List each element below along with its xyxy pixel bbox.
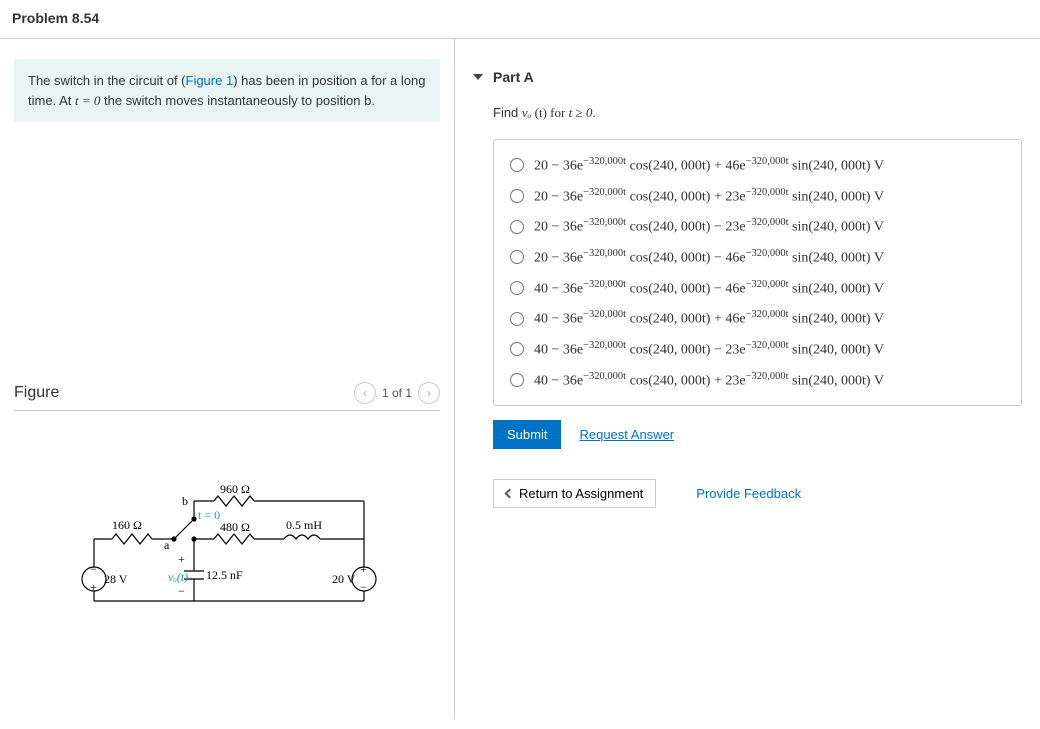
option-expr: 40 − 36e−320,000t cos(240, 000t) − 46e−3… [534, 279, 884, 298]
option-expr: 20 − 36e−320,000t cos(240, 000t) + 23e−3… [534, 187, 884, 206]
label-vo: vₒ(t) [168, 570, 188, 584]
answer-option[interactable]: 40 − 36e−320,000t cos(240, 000t) + 23e−3… [508, 365, 1007, 396]
option-expr: 20 − 36e−320,000t cos(240, 000t) + 46e−3… [534, 156, 884, 175]
answer-option[interactable]: 20 − 36e−320,000t cos(240, 000t) − 23e−3… [508, 211, 1007, 242]
left-column: The switch in the circuit of (Figure 1) … [0, 39, 455, 719]
figure-header: Figure ‹ 1 of 1 › [14, 382, 440, 411]
figure-link[interactable]: Figure 1 [186, 73, 234, 88]
answer-option[interactable]: 40 − 36e−320,000t cos(240, 000t) + 46e−3… [508, 303, 1007, 334]
answer-option[interactable]: 40 − 36e−320,000t cos(240, 000t) − 23e−3… [508, 334, 1007, 365]
return-label: Return to Assignment [519, 486, 643, 501]
option-expr: 20 − 36e−320,000t cos(240, 000t) − 46e−3… [534, 248, 884, 267]
return-row: Return to Assignment Provide Feedback [493, 479, 1022, 508]
pager-prev-button[interactable]: ‹ [354, 382, 376, 404]
info-cond: t = 0 [75, 93, 100, 108]
figure-pager: ‹ 1 of 1 › [354, 382, 440, 404]
answer-radio[interactable] [510, 312, 524, 326]
chevron-left-icon [505, 489, 515, 499]
label-b: b [182, 494, 188, 508]
answer-option[interactable]: 20 − 36e−320,000t cos(240, 000t) + 23e−3… [508, 181, 1007, 212]
option-expr: 40 − 36e−320,000t cos(240, 000t) + 23e−3… [534, 371, 884, 390]
provide-feedback-link[interactable]: Provide Feedback [696, 486, 801, 501]
part-prompt: Find vₒ (t) for t ≥ 0. [493, 105, 1022, 121]
plus-src: + [90, 580, 97, 594]
label-a: a [164, 538, 170, 552]
answer-radio[interactable] [510, 342, 524, 356]
answer-radio[interactable] [510, 373, 524, 387]
request-answer-link[interactable]: Request Answer [579, 427, 674, 442]
figure-label: Figure [14, 384, 59, 402]
part-title: Part A [493, 69, 534, 85]
option-expr: 40 − 36e−320,000t cos(240, 000t) − 23e−3… [534, 340, 884, 359]
plus-src2: + [360, 562, 367, 576]
problem-statement: The switch in the circuit of (Figure 1) … [14, 59, 440, 122]
label-r960: 960 Ω [220, 482, 250, 496]
answer-option[interactable]: 40 − 36e−320,000t cos(240, 000t) − 46e−3… [508, 273, 1007, 304]
caret-down-icon [473, 74, 483, 80]
label-r160: 160 Ω [112, 518, 142, 532]
prompt-suffix: . [592, 105, 596, 120]
circuit-diagram: 160 Ω 960 Ω 480 Ω 0.5 mH 12.5 nF 28 V 20… [14, 471, 440, 614]
problem-title: Problem 8.54 [12, 10, 1028, 26]
pager-text: 1 of 1 [382, 386, 412, 400]
main: The switch in the circuit of (Figure 1) … [0, 39, 1040, 719]
prompt-vo: vₒ [522, 105, 531, 120]
label-inductor: 0.5 mH [286, 518, 322, 532]
prompt-cond: t ≥ 0 [569, 105, 593, 120]
label-vsl: 28 V [104, 572, 128, 586]
label-t0: t = 0 [198, 508, 220, 522]
part-header[interactable]: Part A [473, 69, 1022, 85]
submit-button[interactable]: Submit [493, 420, 561, 449]
answer-radio[interactable] [510, 250, 524, 264]
prompt-text: Find [493, 105, 522, 120]
options-box: 20 − 36e−320,000t cos(240, 000t) + 46e−3… [493, 139, 1022, 406]
right-column: Part A Find vₒ (t) for t ≥ 0. 20 − 36e−3… [455, 39, 1040, 719]
answer-radio[interactable] [510, 220, 524, 234]
option-expr: 40 − 36e−320,000t cos(240, 000t) + 46e−3… [534, 309, 884, 328]
answer-option[interactable]: 20 − 36e−320,000t cos(240, 000t) − 46e−3… [508, 242, 1007, 273]
minus-src: − [90, 562, 97, 576]
answer-option[interactable]: 20 − 36e−320,000t cos(240, 000t) + 46e−3… [508, 150, 1007, 181]
actions-row: Submit Request Answer [493, 420, 1022, 449]
label-cap: 12.5 nF [206, 568, 243, 582]
info-text: The switch in the circuit of ( [28, 73, 186, 88]
info-text: the switch moves instantaneously to posi… [100, 93, 375, 108]
plus-cap: + [178, 552, 185, 566]
option-expr: 20 − 36e−320,000t cos(240, 000t) − 23e−3… [534, 217, 884, 236]
answer-radio[interactable] [510, 189, 524, 203]
header: Problem 8.54 [0, 0, 1040, 39]
minus-cap: − [178, 584, 185, 598]
return-button[interactable]: Return to Assignment [493, 479, 656, 508]
answer-radio[interactable] [510, 158, 524, 172]
minus-src2: − [360, 580, 367, 594]
prompt-t: (t) for [531, 105, 568, 120]
pager-next-button[interactable]: › [418, 382, 440, 404]
answer-radio[interactable] [510, 281, 524, 295]
label-r480: 480 Ω [220, 520, 250, 534]
label-vsr: 20 V [332, 572, 356, 586]
